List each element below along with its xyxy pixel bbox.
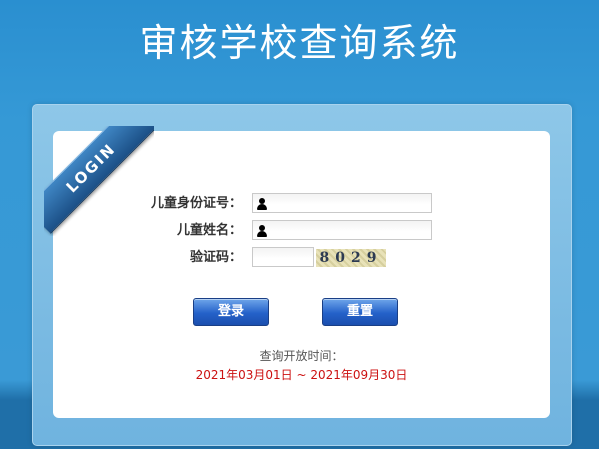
- child-name-field[interactable]: [252, 220, 432, 240]
- query-period-dates: 2021年03月01日 ~ 2021年09月30日: [195, 368, 408, 382]
- login-button[interactable]: 登录: [193, 298, 269, 326]
- id-number-label: 儿童身份证号：: [150, 196, 242, 211]
- user-icon: [257, 198, 267, 210]
- user-icon: [257, 225, 267, 237]
- ribbon-band: LOGIN: [44, 126, 154, 234]
- id-number-row: 儿童身份证号：: [120, 193, 242, 215]
- captcha-label: 验证码：: [189, 250, 242, 265]
- child-name-label: 儿童姓名：: [176, 223, 242, 238]
- captcha-image[interactable]: 8029: [316, 249, 386, 267]
- query-period-label: 查询开放时间：: [259, 349, 344, 363]
- child-name-row: 儿童姓名：: [120, 220, 242, 242]
- id-number-field[interactable]: [252, 193, 432, 213]
- reset-button[interactable]: 重置: [322, 298, 398, 326]
- captcha-field[interactable]: [252, 247, 314, 267]
- captcha-row: 验证码：: [120, 247, 242, 269]
- page-title: 审核学校查询系统: [139, 21, 460, 65]
